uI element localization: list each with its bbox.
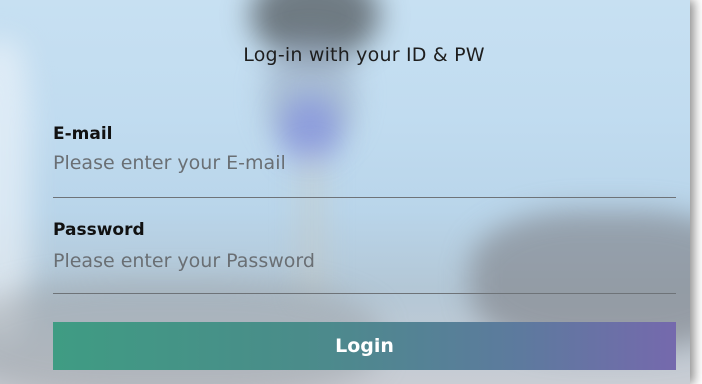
email-underline: [53, 197, 676, 198]
form-title: Log-in with your ID & PW: [243, 44, 485, 66]
login-screen: Log-in with your ID & PW E-mail Password…: [0, 0, 702, 384]
email-label: E-mail: [53, 124, 113, 144]
login-button[interactable]: Login: [53, 322, 676, 370]
password-field[interactable]: [53, 248, 676, 274]
password-label: Password: [53, 220, 145, 240]
password-underline: [53, 293, 676, 294]
login-panel: Log-in with your ID & PW E-mail Password…: [0, 0, 690, 384]
background-blur: [0, 40, 30, 340]
email-field[interactable]: [53, 150, 676, 176]
